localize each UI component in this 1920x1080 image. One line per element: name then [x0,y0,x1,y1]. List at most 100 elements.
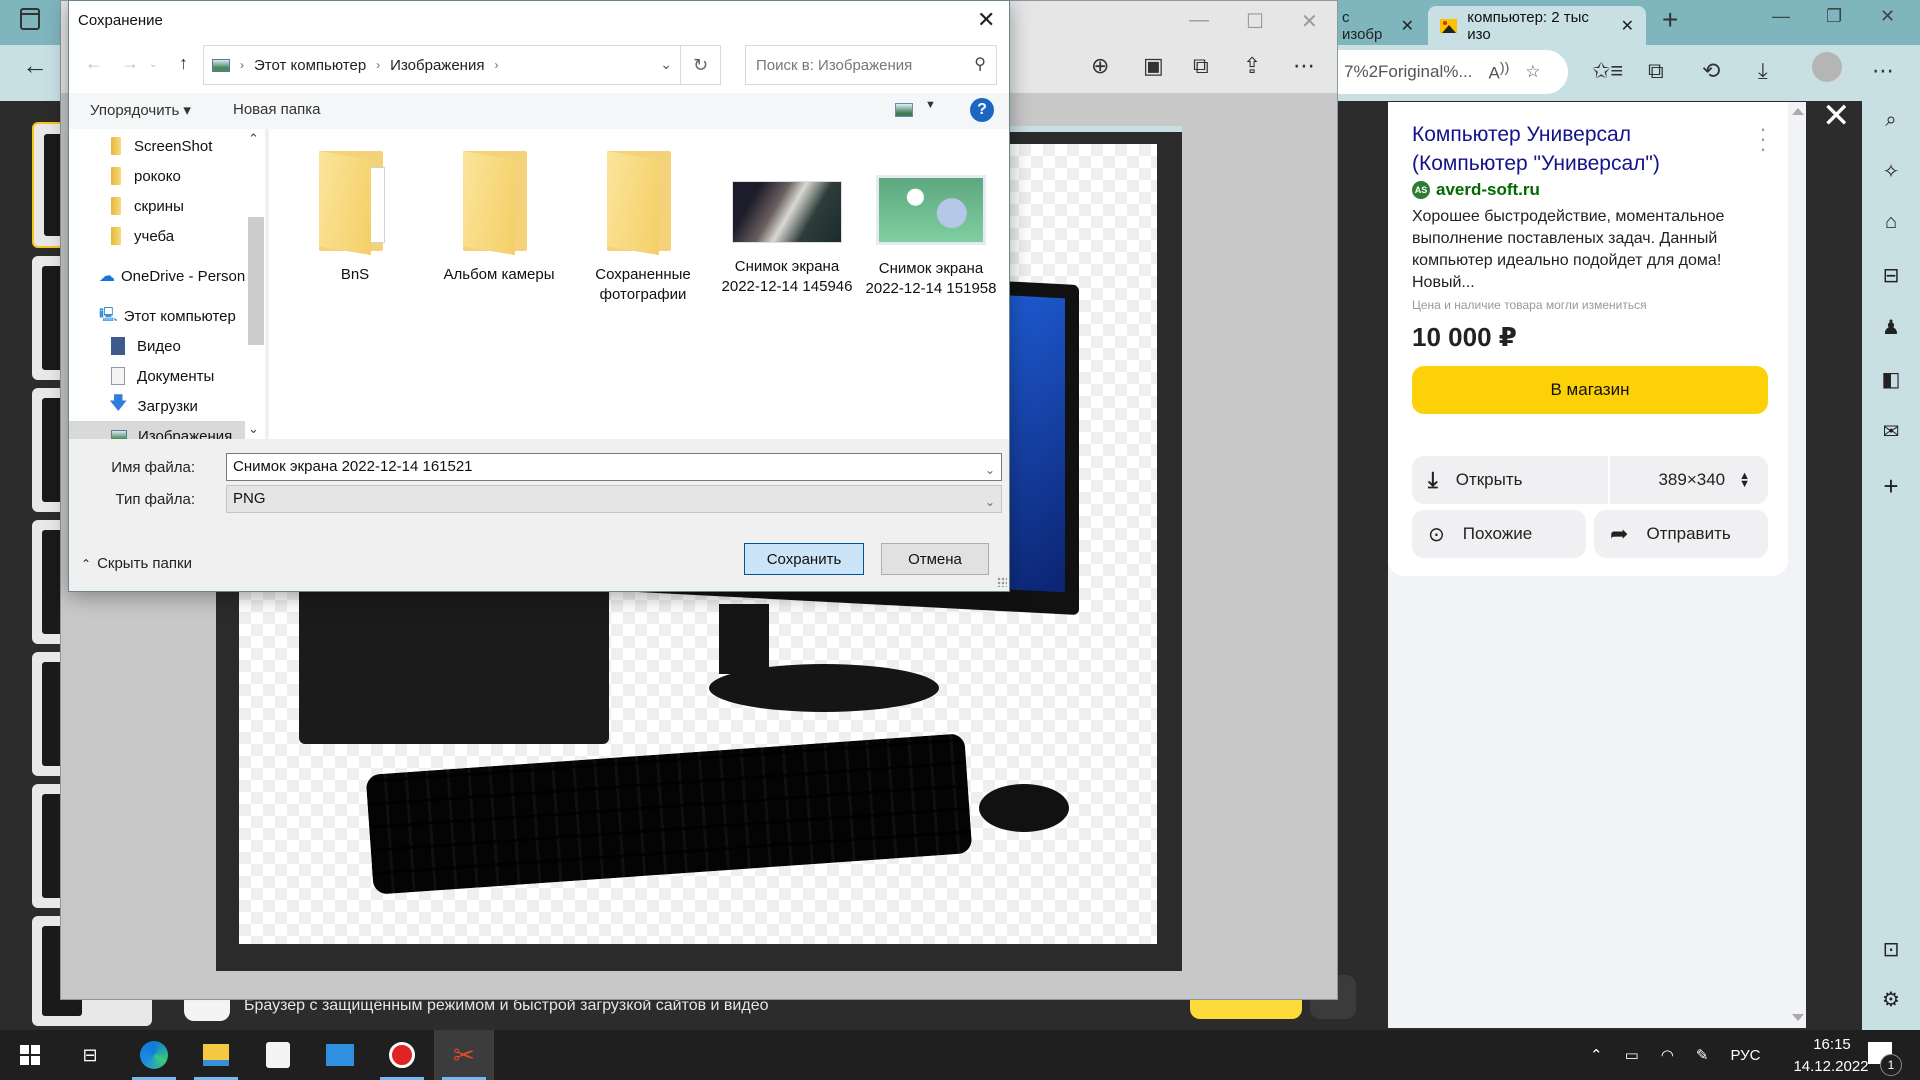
taskbar-recorder[interactable] [372,1030,432,1080]
nav-item-documents[interactable]: Документы [69,361,265,391]
panel-scrollbar[interactable] [1788,102,1806,1028]
browser-restore-button[interactable]: ❐ [1826,6,1842,27]
tab-close-icon[interactable]: ✕ [1621,16,1634,36]
nav-item-screens[interactable]: скрины [69,191,265,221]
save-icon[interactable]: ▣ [1143,53,1164,79]
history-icon[interactable]: ⟲ [1702,58,1720,84]
search-icon[interactable]: ⚲ [974,54,986,74]
zoom-in-icon[interactable]: ⊕ [1091,53,1109,79]
help-icon[interactable]: ? [970,98,994,122]
back-button[interactable]: ← [22,50,48,81]
ad-title-link[interactable]: Компьютер Универсал (Компьютер "Универса… [1412,120,1742,178]
browser-minimize-button[interactable]: — [1772,6,1790,27]
copy-icon[interactable]: ⧉ [1193,53,1209,79]
file-item-folder[interactable]: BnS [285,151,425,285]
image-size-selector[interactable]: 389×340 ▲ ▼ [1610,456,1768,504]
start-button[interactable] [0,1030,60,1080]
resize-grip[interactable] [997,577,1007,587]
browser-more-icon[interactable]: ⋯ [1872,58,1894,84]
taskbar-edge[interactable] [124,1030,184,1080]
read-aloud-icon[interactable]: A)) [1489,60,1510,84]
navigation-pane-scrollbar[interactable]: ⌃ ⌄ [245,129,265,439]
task-view-button[interactable]: ⊟ [60,1030,120,1080]
sparkle-icon[interactable]: ✧ [1862,159,1920,184]
games-icon[interactable]: ♟ [1862,315,1920,340]
hide-folders-toggle[interactable]: ⌃ Скрыть папки [81,555,192,572]
nav-forward-icon[interactable]: → [121,53,139,74]
office-icon[interactable]: ◧ [1862,367,1920,392]
recent-locations-icon[interactable]: ⌄ [149,59,157,70]
scroll-down-icon[interactable]: ⌄ [248,421,259,437]
address-dropdown-icon[interactable]: ⌄ [660,56,672,73]
tag-icon[interactable]: ⌂ [1862,211,1920,234]
scroll-down-arrow-icon[interactable] [1792,1014,1804,1021]
new-folder-button[interactable]: Новая папка [233,101,320,118]
tab-active[interactable]: компьютер: 2 тыс изо ✕ [1428,6,1646,45]
pen-icon[interactable]: ✎ [1696,1046,1709,1064]
profile-avatar[interactable] [1812,52,1842,82]
search-icon[interactable]: ⌕ [1862,109,1920,132]
filetype-select[interactable]: PNG ⌄ [226,485,1002,513]
tab-actions-icon[interactable] [20,8,40,30]
breadcrumb-pictures[interactable]: Изображения [390,57,484,74]
nav-item-onedrive[interactable]: ☁ OneDrive - Person [69,261,265,291]
viewer-maximize-button[interactable]: ☐ [1246,9,1264,34]
settings-icon[interactable]: ⚙ [1862,987,1920,1012]
scroll-up-arrow-icon[interactable] [1792,108,1804,115]
favorites-icon[interactable]: ✩≡ [1592,58,1623,84]
language-indicator[interactable]: РУС [1730,1047,1760,1064]
search-input[interactable]: Поиск в: Изображения ⚲ [745,45,997,85]
nav-back-icon[interactable]: ← [85,53,103,74]
nav-item-this-pc[interactable]: 🖳 Этот компьютер [69,301,265,331]
nav-item-study[interactable]: учеба [69,221,265,251]
address-bar[interactable]: 7%2Foriginal%... A)) ☆ [1338,50,1568,94]
cancel-button[interactable]: Отмена [881,543,989,575]
nav-item-pictures[interactable]: Изображения [69,421,265,439]
toolbox-icon[interactable]: ⊟ [1862,263,1920,288]
breadcrumb-this-pc[interactable]: Этот компьютер [254,57,366,74]
taskbar-store[interactable] [248,1030,308,1080]
filename-input[interactable]: Снимок экрана 2022-12-14 161521 ⌄ [226,453,1002,481]
file-item-folder[interactable]: Альбом камеры [429,151,569,285]
filetype-dropdown-icon[interactable]: ⌄ [985,489,995,515]
nav-item-downloads[interactable]: 🡇 Загрузки [69,391,265,421]
downloads-icon[interactable]: ⤓ [1758,58,1768,84]
outlook-icon[interactable]: ✉ [1862,419,1920,444]
scroll-up-icon[interactable]: ⌃ [248,131,259,147]
show-hidden-icons-icon[interactable]: ⌃ [1590,1046,1603,1064]
ad-site-link[interactable]: AS averd-soft.ru [1412,180,1540,200]
collections-icon[interactable]: ⧉ [1648,58,1664,84]
add-icon[interactable]: + [1862,471,1920,502]
nav-up-icon[interactable]: ↑ [179,53,188,74]
file-item-image[interactable]: Снимок экрана 2022-12-14 151958 [861,151,1001,299]
taskbar-file-explorer[interactable] [186,1030,246,1080]
view-options-dropdown-icon[interactable]: ▼ [925,99,936,111]
refresh-icon[interactable]: ↻ [680,46,720,84]
new-tab-button[interactable]: + [1662,4,1678,36]
clock-time[interactable]: 16:15 [1792,1036,1872,1053]
battery-icon[interactable]: ▭ [1625,1046,1639,1064]
share-button[interactable]: ➦ Отправить [1594,510,1768,558]
save-button[interactable]: Сохранить [744,543,864,575]
go-to-shop-button[interactable]: В магазин [1412,366,1768,414]
file-item-image[interactable]: Снимок экрана 2022-12-14 145946 [717,151,857,297]
share-icon[interactable]: ⇪ [1243,53,1261,79]
wifi-icon[interactable]: ◠ [1661,1046,1674,1064]
open-image-button[interactable]: ⤓ Открыть [1412,456,1608,504]
viewer-minimize-button[interactable]: — [1189,9,1209,32]
browser-close-button[interactable]: ✕ [1880,6,1895,27]
similar-images-button[interactable]: ⊙ Похожие [1412,510,1586,558]
more-vertical-icon[interactable]: · · · [1758,118,1768,160]
dialog-close-button[interactable]: ✕ [977,7,995,33]
nav-item-videos[interactable]: Видео [69,331,265,361]
tab-inactive[interactable]: с изобр ✕ [1330,6,1426,45]
change-view-icon[interactable] [895,103,913,117]
file-item-folder[interactable]: Сохраненные фотографии [573,151,713,305]
taskbar-mail[interactable] [310,1030,370,1080]
add-favorite-icon[interactable]: ☆ [1525,62,1540,82]
address-breadcrumb[interactable]: › Этот компьютер › Изображения › ⌄ ↻ [203,45,721,85]
tab-close-icon[interactable]: ✕ [1401,16,1414,36]
organize-button[interactable]: Упорядочить ▾ [90,101,191,119]
viewer-close-button[interactable]: ✕ [1301,9,1318,34]
filename-history-dropdown-icon[interactable]: ⌄ [985,457,995,483]
